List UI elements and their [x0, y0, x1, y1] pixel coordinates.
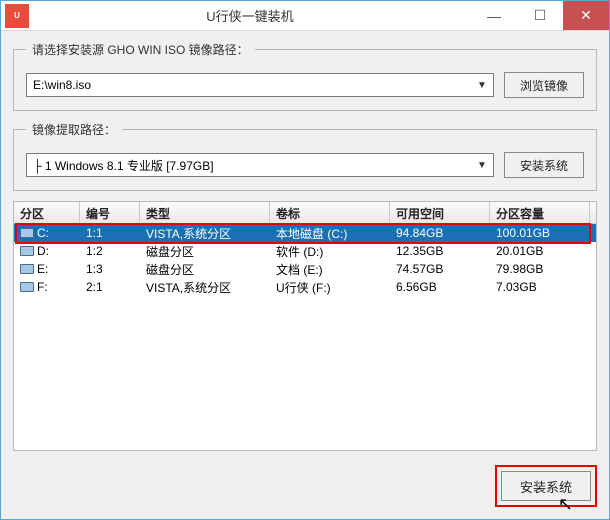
table-cell: 本地磁盘 (C:): [270, 224, 390, 243]
table-cell: 1:2: [80, 243, 140, 259]
table-cell: F:: [14, 279, 80, 295]
extract-path-value: ├ 1 Windows 8.1 专业版 [7.97GB]: [33, 157, 214, 174]
table-cell: 2:1: [80, 279, 140, 295]
window-title: U行侠一键装机: [29, 6, 471, 25]
drive-icon: [20, 282, 34, 292]
extract-path-combo[interactable]: ├ 1 Windows 8.1 专业版 [7.97GB] ▼: [26, 153, 494, 177]
table-cell: 100.01GB: [490, 225, 590, 241]
table-row[interactable]: D:1:2磁盘分区软件 (D:)12.35GB20.01GB: [14, 242, 596, 260]
window-controls: — ☐ ✕: [471, 1, 609, 30]
install-system-button-top[interactable]: 安装系统: [504, 152, 584, 178]
table-cell: 12.35GB: [390, 243, 490, 259]
extract-legend: 镜像提取路径：: [26, 121, 122, 138]
titlebar: U U行侠一键装机 — ☐ ✕: [1, 1, 609, 31]
table-cell: 79.98GB: [490, 261, 590, 277]
partition-table: 分区 编号 类型 卷标 可用空间 分区容量 C:1:1VISTA,系统分区本地磁…: [13, 201, 597, 451]
col-label[interactable]: 卷标: [270, 202, 390, 223]
drive-icon: [20, 246, 34, 256]
col-drive[interactable]: 分区: [14, 202, 80, 223]
table-cell: 6.56GB: [390, 279, 490, 295]
drive-icon: [20, 264, 34, 274]
table-cell: E:: [14, 261, 80, 277]
table-cell: 软件 (D:): [270, 242, 390, 261]
source-fieldset: 请选择安装源 GHO WIN ISO 镜像路径： E:\win8.iso ▼ 浏…: [13, 41, 597, 111]
chevron-down-icon: ▼: [475, 160, 489, 171]
drive-icon: [20, 228, 34, 238]
source-legend: 请选择安装源 GHO WIN ISO 镜像路径：: [26, 41, 255, 58]
table-header: 分区 编号 类型 卷标 可用空间 分区容量: [14, 202, 596, 224]
col-type[interactable]: 类型: [140, 202, 270, 223]
install-system-button[interactable]: 安装系统: [501, 471, 591, 501]
table-body: C:1:1VISTA,系统分区本地磁盘 (C:)94.84GB100.01GBD…: [14, 224, 596, 296]
table-row[interactable]: C:1:1VISTA,系统分区本地磁盘 (C:)94.84GB100.01GB: [14, 224, 596, 242]
table-cell: 20.01GB: [490, 243, 590, 259]
col-num[interactable]: 编号: [80, 202, 140, 223]
table-cell: 7.03GB: [490, 279, 590, 295]
maximize-button[interactable]: ☐: [517, 1, 563, 30]
table-cell: VISTA,系统分区: [140, 278, 270, 297]
content-area: 请选择安装源 GHO WIN ISO 镜像路径： E:\win8.iso ▼ 浏…: [1, 31, 609, 519]
extract-fieldset: 镜像提取路径： ├ 1 Windows 8.1 专业版 [7.97GB] ▼ 安…: [13, 121, 597, 191]
table-cell: 磁盘分区: [140, 260, 270, 279]
table-cell: 94.84GB: [390, 225, 490, 241]
table-cell: 1:1: [80, 225, 140, 241]
minimize-button[interactable]: —: [471, 1, 517, 30]
table-cell: C:: [14, 225, 80, 241]
source-path-combo[interactable]: E:\win8.iso ▼: [26, 73, 494, 97]
col-free[interactable]: 可用空间: [390, 202, 490, 223]
table-row[interactable]: E:1:3磁盘分区文档 (E:)74.57GB79.98GB: [14, 260, 596, 278]
table-cell: 磁盘分区: [140, 242, 270, 261]
app-icon: U: [5, 4, 29, 28]
app-window: U U行侠一键装机 — ☐ ✕ 请选择安装源 GHO WIN ISO 镜像路径：…: [0, 0, 610, 520]
table-cell: D:: [14, 243, 80, 259]
source-path-value: E:\win8.iso: [33, 78, 91, 92]
chevron-down-icon: ▼: [475, 80, 489, 91]
close-button[interactable]: ✕: [563, 1, 609, 30]
table-row[interactable]: F:2:1VISTA,系统分区U行侠 (F:)6.56GB7.03GB: [14, 278, 596, 296]
table-cell: 文档 (E:): [270, 260, 390, 279]
browse-image-button[interactable]: 浏览镜像: [504, 72, 584, 98]
col-size[interactable]: 分区容量: [490, 202, 590, 223]
footer: 安装系统 ↖: [13, 461, 597, 507]
table-cell: U行侠 (F:): [270, 278, 390, 297]
table-cell: 1:3: [80, 261, 140, 277]
table-cell: VISTA,系统分区: [140, 224, 270, 243]
table-cell: 74.57GB: [390, 261, 490, 277]
